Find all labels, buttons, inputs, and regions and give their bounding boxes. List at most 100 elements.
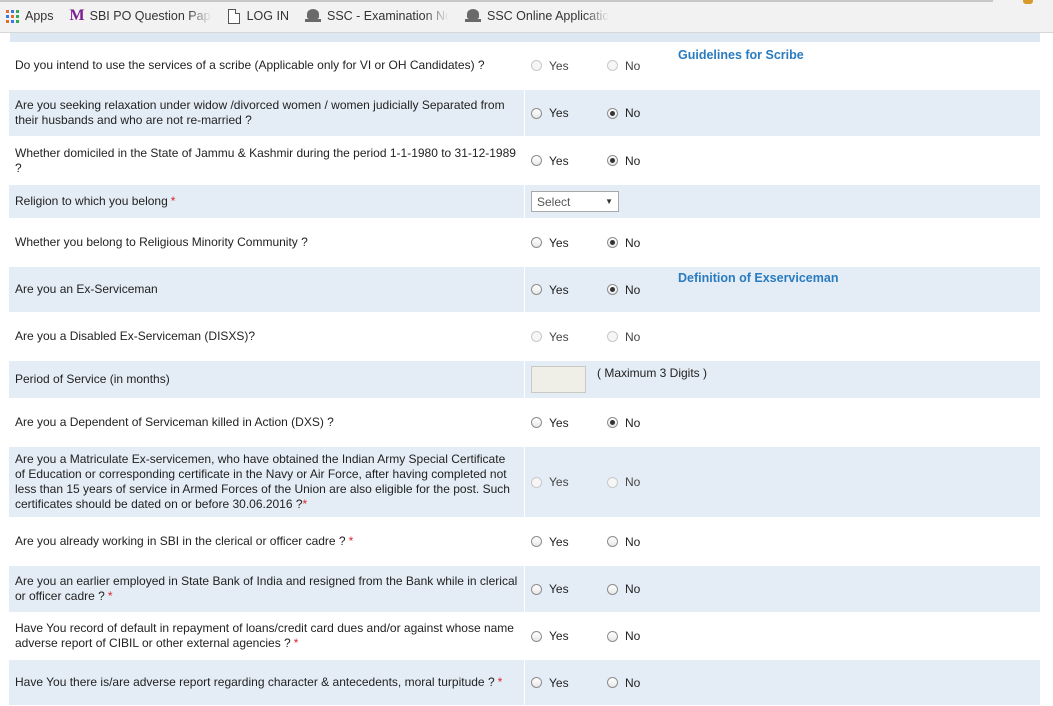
matric-yes-option[interactable]: Yes: [531, 475, 607, 489]
question-text: Religion to which you belong: [15, 194, 168, 208]
character-yes-option[interactable]: Yes: [531, 676, 607, 690]
radio-no[interactable]: [607, 476, 618, 488]
extension-icon[interactable]: [1023, 0, 1033, 4]
radio-no[interactable]: [607, 630, 618, 642]
bookmark-label: Apps: [25, 9, 54, 23]
sbi-working-no-option[interactable]: No: [607, 535, 683, 549]
required-asterisk: *: [302, 497, 308, 511]
bookmark-sbi-po[interactable]: M SBI PO Question Pape: [70, 7, 212, 25]
row-character: Have You there is/are adverse report reg…: [9, 660, 1040, 706]
option-label: No: [625, 582, 641, 596]
radio-yes[interactable]: [531, 60, 542, 71]
answer-cell: Yes No: [525, 447, 1040, 517]
minority-no-option[interactable]: No: [607, 236, 683, 250]
bookmark-ssc-online[interactable]: SSC Online Applicatio: [464, 9, 609, 23]
cibil-no-option[interactable]: No: [607, 629, 683, 643]
option-label: Yes: [549, 629, 569, 643]
option-label: No: [625, 475, 641, 489]
scribe-no-option[interactable]: No: [607, 59, 683, 73]
jk-yes-option[interactable]: Yes: [531, 154, 607, 168]
answer-cell: Select ▼: [525, 185, 1040, 218]
question-text: Are you an earlier employed in State Ban…: [15, 574, 518, 604]
radio-no[interactable]: [607, 583, 618, 595]
radio-yes[interactable]: [531, 417, 542, 428]
widow-yes-option[interactable]: Yes: [531, 106, 607, 120]
bookmark-label: LOG IN: [246, 9, 289, 23]
radio-no[interactable]: [607, 60, 618, 71]
radio-no[interactable]: [607, 331, 618, 342]
question-text-body: Have You record of default in repayment …: [15, 621, 514, 650]
option-label: Yes: [549, 534, 569, 549]
bookmark-ssc-exam[interactable]: SSC - Examination No: [304, 9, 449, 23]
option-label: No: [625, 415, 641, 430]
radio-yes[interactable]: [531, 155, 542, 166]
bookmark-login[interactable]: LOG IN: [227, 8, 289, 24]
radio-no-selected[interactable]: [607, 417, 618, 428]
religion-select[interactable]: Select ▼: [531, 191, 619, 212]
radio-no[interactable]: [607, 677, 618, 688]
bookmark-label: SBI PO Question Pape: [89, 9, 212, 23]
question-text-body: Are you an earlier employed in State Ban…: [15, 574, 518, 603]
radio-yes[interactable]: [531, 237, 542, 248]
minority-yes-option[interactable]: Yes: [531, 236, 607, 250]
answer-cell: Yes No: [525, 399, 1040, 446]
application-form: Do you intend to use the services of a s…: [9, 33, 1040, 706]
widow-no-option[interactable]: No: [607, 106, 683, 120]
sbi-earlier-yes-option[interactable]: Yes: [531, 582, 607, 596]
option-label: No: [625, 675, 641, 690]
radio-yes[interactable]: [531, 630, 542, 642]
bookmark-apps[interactable]: Apps: [6, 9, 54, 23]
form-top-strip: [9, 33, 1040, 42]
answer-cell: Yes No: [525, 137, 1040, 184]
required-asterisk: *: [107, 589, 113, 603]
option-label: No: [625, 235, 641, 250]
radio-no-selected[interactable]: [607, 237, 618, 248]
radio-yes[interactable]: [531, 284, 542, 295]
option-label: Yes: [549, 235, 569, 250]
answer-cell: Yes No: [525, 660, 1040, 705]
question-label: Are you seeking relaxation under widow /…: [9, 90, 525, 136]
period-of-service-input[interactable]: [531, 366, 586, 393]
answer-cell: Yes No: [525, 313, 1040, 360]
radio-yes[interactable]: [531, 677, 542, 688]
row-matriculate: Are you a Matriculate Ex-servicemen, who…: [9, 447, 1040, 518]
radio-no[interactable]: [607, 536, 618, 547]
disxs-no-option[interactable]: No: [607, 330, 683, 344]
bookmark-label: SSC - Examination No: [326, 9, 449, 23]
jk-no-option[interactable]: No: [607, 154, 683, 168]
radio-yes[interactable]: [531, 536, 542, 547]
radio-no-selected[interactable]: [607, 155, 618, 166]
question-label: Period of Service (in months): [9, 361, 525, 398]
exservice-no-option[interactable]: No: [607, 283, 683, 297]
disxs-yes-option[interactable]: Yes: [531, 330, 607, 344]
question-text: Have You there is/are adverse report reg…: [15, 675, 502, 690]
sbi-working-yes-option[interactable]: Yes: [531, 535, 607, 549]
question-label: Are you an earlier employed in State Ban…: [9, 566, 525, 612]
bookmark-label: SSC Online Applicatio: [486, 9, 609, 23]
definition-of-exserviceman-link[interactable]: Definition of Exserviceman: [678, 271, 838, 285]
radio-no-selected[interactable]: [607, 107, 618, 119]
option-label: No: [625, 534, 641, 549]
option-label: Yes: [549, 582, 569, 596]
guidelines-for-scribe-link[interactable]: Guidelines for Scribe: [678, 48, 804, 62]
required-asterisk: *: [497, 675, 503, 689]
radio-no-selected[interactable]: [607, 284, 618, 295]
exservice-yes-option[interactable]: Yes: [531, 283, 607, 297]
character-no-option[interactable]: No: [607, 676, 683, 690]
question-text: Do you intend to use the services of a s…: [15, 58, 485, 72]
question-text: Are you seeking relaxation under widow /…: [15, 98, 505, 127]
radio-yes[interactable]: [531, 107, 542, 119]
option-label: No: [625, 153, 641, 168]
matric-no-option[interactable]: No: [607, 475, 683, 489]
dxs-no-option[interactable]: No: [607, 416, 683, 430]
sbi-earlier-no-option[interactable]: No: [607, 582, 683, 596]
radio-yes[interactable]: [531, 583, 542, 595]
dxs-yes-option[interactable]: Yes: [531, 416, 607, 430]
scribe-yes-option[interactable]: Yes: [531, 59, 607, 73]
apps-grid-icon: [6, 9, 19, 23]
cibil-yes-option[interactable]: Yes: [531, 629, 607, 643]
answer-cell: Yes No: [525, 566, 1040, 612]
question-label: Whether you belong to Religious Minority…: [9, 219, 525, 266]
radio-yes[interactable]: [531, 331, 542, 342]
radio-yes[interactable]: [531, 476, 542, 488]
